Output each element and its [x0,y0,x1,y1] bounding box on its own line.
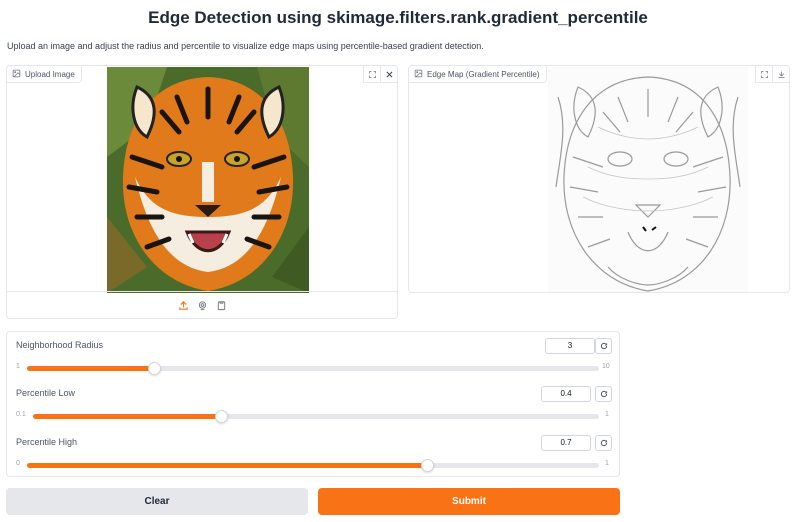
download-icon[interactable] [772,66,789,83]
image-icon [12,69,21,80]
edge-map-label: Edge Map (Gradient Percentile) [409,66,547,83]
slider-fill [33,414,222,419]
source-selector [7,291,397,318]
slider-thumb[interactable] [421,459,435,472]
clear-button[interactable]: Clear [6,488,308,515]
upload-icon[interactable] [178,300,189,311]
submit-button[interactable]: Submit [318,488,620,515]
reset-icon[interactable] [595,338,612,354]
edge-map-label-text: Edge Map (Gradient Percentile) [427,69,540,79]
upload-image-label: Upload Image [7,66,82,83]
slider-fill [27,366,154,371]
controls-panel: Neighborhood Radius 3 1 10 Percentile Lo… [6,331,620,477]
page-title: Edge Detection using skimage.filters.ran… [148,8,648,27]
slider-thumb[interactable] [147,362,161,375]
webcam-icon[interactable] [197,300,208,311]
slider-fill [27,463,428,468]
percentile-high-input[interactable]: 0.7 [541,435,591,451]
percentile-high-slider[interactable] [27,459,599,472]
reset-icon[interactable] [595,386,612,402]
slider-thumb[interactable] [215,410,229,423]
percentile-low-slider[interactable] [33,410,599,423]
page-description: Upload an image and adjust the radius an… [7,41,484,51]
fullscreen-icon[interactable] [363,66,380,83]
edge-map-image [548,67,748,292]
reset-icon[interactable] [595,435,612,451]
percentile-low-min: 0.1 [16,411,26,418]
edge-map-panel: Edge Map (Gradient Percentile) [408,65,790,293]
neighborhood-radius-label: Neighborhood Radius [16,340,104,350]
percentile-low-label: Percentile Low [16,388,76,398]
upload-image-label-text: Upload Image [25,69,75,79]
neighborhood-radius-input[interactable]: 3 [545,338,595,354]
upload-image-panel[interactable]: Upload Image [6,65,398,319]
clipboard-icon[interactable] [216,300,227,311]
neighborhood-radius-slider[interactable] [27,362,599,375]
percentile-low-max: 1 [605,411,609,418]
tiger-image [107,67,309,293]
neighborhood-radius-max: 10 [602,363,610,370]
close-icon[interactable] [380,66,397,83]
percentile-high-max: 1 [605,460,609,467]
fullscreen-icon[interactable] [755,66,772,83]
neighborhood-radius-min: 1 [16,363,20,370]
percentile-high-label: Percentile High [16,437,78,447]
percentile-high-min: 0 [16,460,20,467]
image-icon [414,69,423,80]
percentile-low-input[interactable]: 0.4 [541,386,591,402]
